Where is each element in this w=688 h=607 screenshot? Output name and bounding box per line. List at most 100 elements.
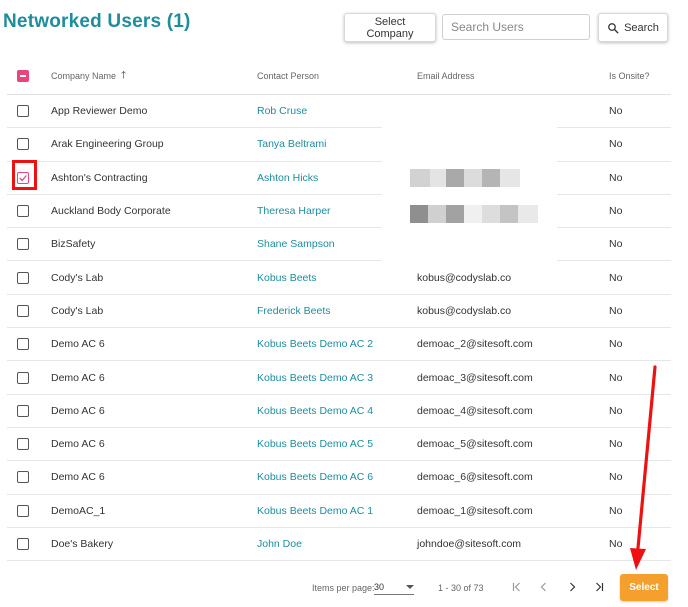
contact-person-link[interactable]: Frederick Beets [257,305,331,317]
header-is-onsite[interactable]: Is Onsite? [609,58,650,94]
table-row[interactable]: Demo AC 6 Kobus Beets Demo AC 2 demoac_2@s… [7,328,671,362]
row-checkbox[interactable] [17,338,29,351]
row-checkbox[interactable] [17,105,29,118]
search-button[interactable]: Search [598,13,668,42]
table-footer: Items per page: 30 1 - 30 of 73 Select [0,568,688,607]
contact-person-link[interactable]: Kobus Beets Demo AC 6 [257,471,373,483]
is-onsite-cell: No [609,404,623,417]
row-checkbox[interactable] [17,538,29,550]
contact-person-link[interactable]: Kobus Beets Demo AC 2 [257,338,373,350]
select-all-checkbox[interactable] [17,70,29,82]
next-page-button[interactable] [563,578,581,596]
is-onsite-cell: No [609,371,623,384]
header-select-all[interactable] [17,58,29,94]
table-row[interactable]: DemoAC_1 Kobus Beets Demo AC 1 demoac_1@si… [7,495,671,528]
table-row[interactable]: Auckland Body Corporate Theresa Harper No [7,195,671,229]
table-row[interactable]: Demo AC 6 Kobus Beets Demo AC 6 demoac_6@s… [7,461,671,495]
company-name-cell: Ashton's Contracting [51,171,148,184]
header-company-name[interactable]: Company Name 🡑 [51,58,126,94]
email-address-cell: johndoe@sitesoft.com [417,538,522,550]
row-select-cell[interactable] [17,228,29,260]
row-select-cell[interactable] [17,495,29,527]
is-onsite-cell: No [609,438,623,451]
row-checkbox[interactable] [17,171,29,184]
row-select-cell[interactable] [17,162,29,194]
row-checkbox[interactable] [17,271,29,284]
company-name-cell: Demo AC 6 [51,471,105,484]
row-select-cell[interactable] [17,328,29,360]
is-onsite-cell: No [609,138,623,151]
items-per-page-select[interactable]: 30 [374,580,414,595]
row-checkbox[interactable] [17,371,29,384]
email-address-cell: demoac_1@sitesoft.com [417,504,533,517]
table-row[interactable]: Cody's Lab Frederick Beets kobus@codyslab.… [7,295,671,329]
row-checkbox[interactable] [17,438,29,451]
contact-person-link[interactable]: Kobus Beets Demo AC 3 [257,372,373,384]
company-name-cell: Cody's Lab [51,304,104,317]
row-select-cell[interactable] [17,428,29,460]
first-page-button[interactable] [508,578,526,596]
contact-person-link[interactable]: Tanya Beltrami [257,138,326,150]
contact-person-link[interactable]: Kobus Beets Demo AC 5 [257,438,373,450]
row-checkbox[interactable] [17,471,29,484]
company-name-cell: App Reviewer Demo [51,105,148,118]
email-address-cell: demoac_5@sitesoft.com [417,438,533,451]
row-select-cell[interactable] [17,395,29,427]
header-email-address[interactable]: Email Address [417,58,475,94]
company-name-cell: BizSafety [51,238,96,251]
last-page-button[interactable] [590,578,608,596]
table-row[interactable]: Ashton's Contracting Ashton Hicks No [7,162,671,195]
search-button-label: Search [624,21,659,34]
contact-person-link[interactable]: Shane Sampson [257,238,335,250]
is-onsite-cell: No [609,171,623,184]
table-body: App Reviewer Demo Rob Cruse No Arak Enginee… [7,95,671,562]
table-row[interactable]: Demo AC 6 Kobus Beets Demo AC 4 demoac_4@s… [7,395,671,428]
table-row[interactable]: App Reviewer Demo Rob Cruse No [7,95,671,129]
contact-person-link[interactable]: John Doe [257,538,302,550]
table-row[interactable]: Demo AC 6 Kobus Beets Demo AC 3 demoac_3@s… [7,361,671,395]
search-users-input[interactable] [442,14,590,40]
row-select-cell[interactable] [17,528,29,560]
row-checkbox[interactable] [17,304,29,317]
contact-person-link[interactable]: Kobus Beets [257,272,317,284]
table-row[interactable]: Demo AC 6 Kobus Beets Demo AC 5 demoac_5@s… [7,428,671,462]
items-per-page-value: 30 [374,582,385,592]
table-row[interactable]: Cody's Lab Kobus Beets kobus@codyslab.co No [7,261,671,295]
previous-page-button[interactable] [535,578,553,596]
contact-person-link[interactable]: Ashton Hicks [257,172,318,184]
row-select-cell[interactable] [17,128,29,160]
search-icon [608,22,619,33]
header-email-label: Email Address [417,71,475,81]
table-row[interactable]: Doe's Bakery John Doe johndoe@sitesoft.com… [7,528,671,562]
row-select-cell[interactable] [17,461,29,493]
is-onsite-cell: No [609,271,623,284]
table-row[interactable]: BizSafety Shane Sampson No [7,228,671,262]
row-checkbox[interactable] [17,205,29,218]
company-name-cell: Demo AC 6 [51,371,105,384]
contact-person-link[interactable]: Rob Cruse [257,105,307,117]
items-per-page-label: Items per page: [312,583,375,593]
row-checkbox[interactable] [17,404,29,417]
header-contact-person[interactable]: Contact Person [257,58,319,94]
row-select-cell[interactable] [17,195,29,227]
header-company-label: Company Name [51,71,117,81]
contact-person-link[interactable]: Kobus Beets Demo AC 4 [257,405,373,417]
company-name-cell: DemoAC_1 [51,504,106,517]
row-checkbox[interactable] [17,238,29,251]
company-name-cell: Auckland Body Corporate [51,205,171,218]
last-page-icon [596,582,604,592]
chevron-left-icon [540,582,546,592]
row-select-cell[interactable] [17,95,29,127]
email-address-cell: kobus@codyslab.co [417,304,512,317]
row-select-cell[interactable] [17,295,29,327]
table-row[interactable]: Arak Engineering Group Tanya Beltrami No [7,128,671,162]
row-select-cell[interactable] [17,361,29,393]
contact-person-link[interactable]: Kobus Beets Demo AC 1 [257,505,373,517]
row-checkbox[interactable] [17,138,29,151]
row-checkbox[interactable] [17,504,29,517]
select-company-button[interactable]: Select Company [344,13,436,42]
select-button[interactable]: Select [620,574,668,601]
email-address-cell: demoac_6@sitesoft.com [417,471,533,484]
contact-person-link[interactable]: Theresa Harper [257,205,331,217]
row-select-cell[interactable] [17,261,29,293]
